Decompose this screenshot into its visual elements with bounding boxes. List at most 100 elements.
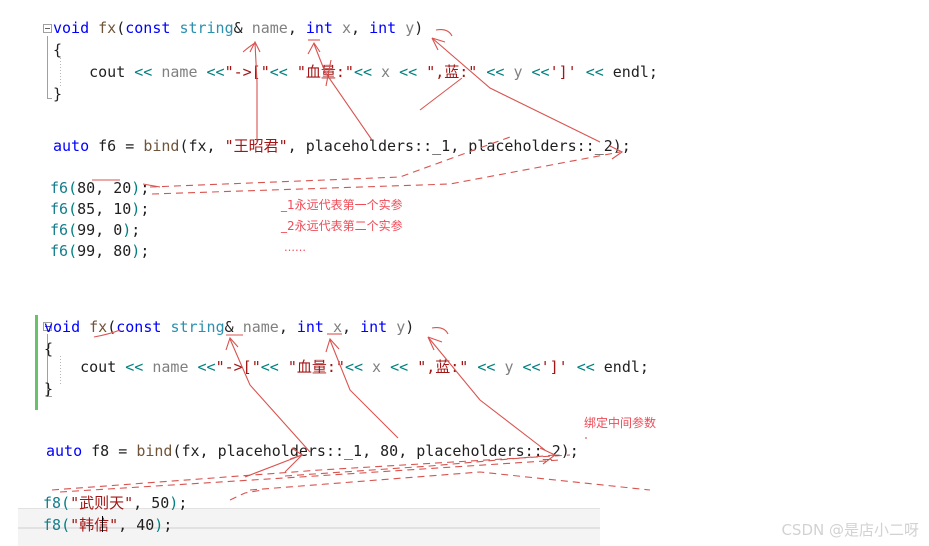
code-token: << <box>344 358 363 376</box>
code-token: ; <box>140 242 150 260</box>
code-line-bind-f8[interactable]: auto f8 = bind(fx, placeholders::_1, 80,… <box>46 441 579 461</box>
code-token: , <box>95 179 114 197</box>
arrow-x-param-2-head <box>325 337 340 353</box>
code-token: bind <box>143 137 180 155</box>
code-token: & <box>233 19 252 37</box>
arrow-f8-dashed-long <box>249 471 651 491</box>
code-token: fx <box>98 19 117 37</box>
code-token: const <box>125 19 171 37</box>
code-token: placeholders::_1 <box>305 137 451 155</box>
arrow-x-param <box>313 43 373 141</box>
code-token: int <box>305 19 333 37</box>
code-token: ) <box>131 242 141 260</box>
code-line-cout-1[interactable]: cout << name <<"->["<< "血量:"<< x << ",蓝:… <box>53 62 658 82</box>
code-line-call-f6-1[interactable]: f6(80, 20); <box>50 178 149 198</box>
code-token: ) <box>131 179 141 197</box>
code-token: "武则天" <box>70 494 134 512</box>
unsaved-change-indicator <box>35 315 38 410</box>
arrow-f8-arg2-dashed <box>59 459 561 493</box>
code-token: ; <box>648 63 658 81</box>
code-token: int <box>360 318 388 336</box>
code-token: ",蓝:" <box>426 63 478 81</box>
arrow-name-param-2-head <box>225 336 239 351</box>
code-token: f6 <box>50 200 69 218</box>
code-token: name <box>251 19 288 37</box>
code-line-call-f6-3[interactable]: f6(99, 0); <box>50 220 140 240</box>
code-token: fx <box>181 442 200 460</box>
code-token: void <box>53 19 90 37</box>
arrow-f8-arg1-dashed <box>229 489 263 501</box>
code-token: 0 <box>113 221 123 239</box>
arrow-y-param-2 <box>427 336 546 451</box>
accent-line-top-2 <box>419 77 463 111</box>
code-token: << <box>269 63 288 81</box>
code-token: "血量:" <box>296 63 354 81</box>
code-token: string <box>170 318 225 336</box>
code-line-open-brace-1[interactable]: { <box>53 40 62 60</box>
code-line-close-brace-1[interactable]: } <box>53 84 62 104</box>
code-token: << <box>585 63 604 81</box>
code-token: & <box>224 318 243 336</box>
code-line-call-f6-4[interactable]: f6(99, 80); <box>50 241 149 261</box>
code-line-fx-signature-1[interactable]: void fx(const string& name, int x, int y… <box>53 18 423 38</box>
code-line-call-f8-1[interactable]: f8("武则天", 50); <box>43 493 187 513</box>
arrow-name-param-head <box>249 40 261 53</box>
code-line-call-f8-2[interactable]: f8("韩信", 40); <box>43 515 172 535</box>
annotation-placeholder-2: _2永远代表第二个实参 <box>281 219 403 233</box>
code-token: 10 <box>113 200 132 218</box>
code-line-close-brace-2[interactable]: } <box>44 379 53 399</box>
code-token: << <box>134 63 153 81</box>
code-token: ) <box>169 494 179 512</box>
code-line-fx-signature-2[interactable]: void fx(const string& name, int x, int y… <box>44 317 414 337</box>
code-fold-toggle-1[interactable] <box>43 24 52 33</box>
code-token: { <box>53 41 63 59</box>
code-token: << <box>531 63 550 81</box>
code-editor[interactable]: void fx(const string& name, int x, int y… <box>0 0 929 546</box>
code-token: , <box>95 242 114 260</box>
code-line-bind-f6[interactable]: auto f6 = bind(fx, "王昭君", placeholders::… <box>53 136 631 156</box>
code-token: , <box>118 516 137 534</box>
code-token: f8 <box>91 442 110 460</box>
code-token: 50 <box>151 494 170 512</box>
code-line-open-brace-2[interactable]: { <box>44 339 53 359</box>
code-token: f6 <box>50 179 69 197</box>
code-token: , <box>342 318 361 336</box>
code-token: , <box>351 19 370 37</box>
code-line-cout-2[interactable]: cout << name <<"->["<< "血量:"<< x << ",蓝:… <box>44 357 649 377</box>
arrow-x-param-head <box>307 41 321 55</box>
code-token: int <box>296 318 324 336</box>
csdn-watermark: CSDN @是店小二呀 <box>781 521 919 539</box>
code-token: , <box>95 221 114 239</box>
code-token: f6 <box>98 137 117 155</box>
text-caret <box>102 516 103 532</box>
code-token: 80 <box>77 179 96 197</box>
code-token: placeholders::_1 <box>217 442 363 460</box>
code-token: , <box>199 442 218 460</box>
code-token: ; <box>178 494 188 512</box>
code-token: x <box>342 19 352 37</box>
code-token: ( <box>61 494 71 512</box>
arrow-y-param <box>431 37 601 143</box>
code-token: void <box>44 318 81 336</box>
code-token: 99 <box>77 221 96 239</box>
arrow-f6-arg2-dashed <box>151 151 621 195</box>
code-line-call-f6-2[interactable]: f6(85, 10); <box>50 199 149 219</box>
annotation-bind-middle: 绑定中间参数 <box>584 416 657 430</box>
code-token: , <box>133 494 152 512</box>
code-token: bind <box>136 442 173 460</box>
code-token: f8 <box>43 494 62 512</box>
code-token: ( <box>68 179 78 197</box>
code-token: name <box>152 358 189 376</box>
